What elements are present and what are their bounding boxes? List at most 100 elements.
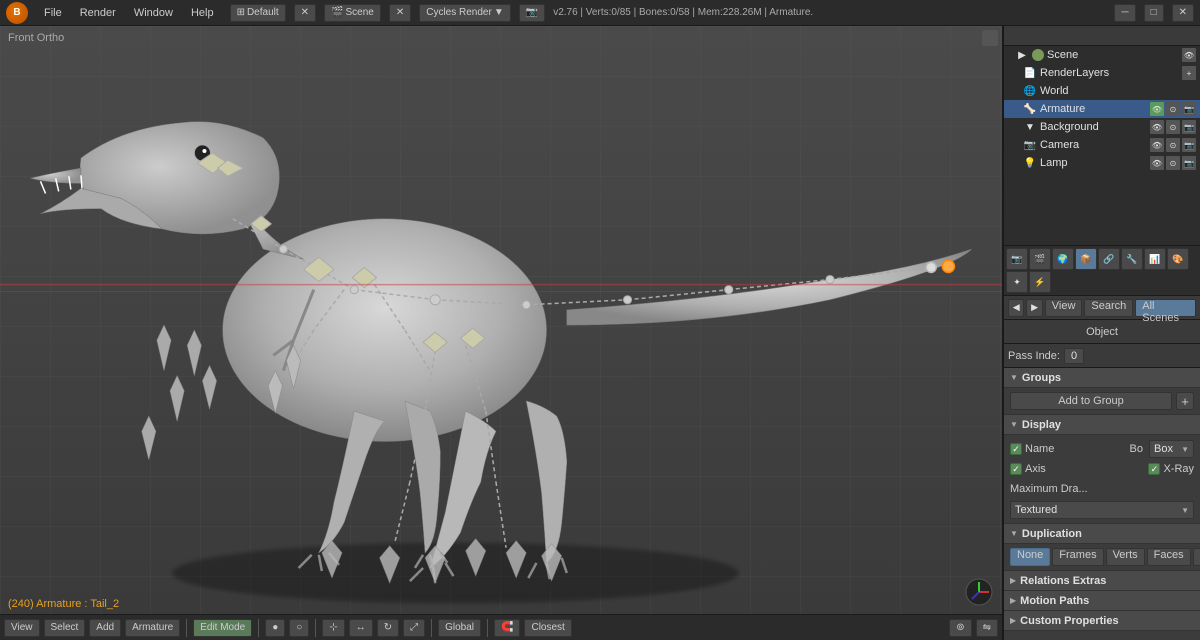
dup-frames-btn[interactable]: Frames <box>1052 548 1103 566</box>
custom-props-section-header[interactable]: ▶ Custom Properties <box>1004 611 1200 631</box>
tab-physics[interactable]: ⚡ <box>1029 271 1051 293</box>
view-btn[interactable]: View <box>1045 299 1083 317</box>
name-checkbox[interactable] <box>1010 443 1022 455</box>
cam-vis-btn[interactable]: 👁 <box>1150 138 1164 152</box>
object-context-label: Object <box>1008 326 1196 338</box>
renderer-selector[interactable]: Cycles Render ▼ <box>419 4 511 22</box>
xray-checkbox[interactable] <box>1148 463 1160 475</box>
dup-none-btn[interactable]: None <box>1010 548 1050 566</box>
camera-icon: 📷 <box>1023 138 1037 152</box>
lamp-vis-btn[interactable]: 👁 <box>1150 156 1164 170</box>
bg-vis-btn[interactable]: 👁 <box>1150 120 1164 134</box>
dup-group-btn[interactable]: Group <box>1193 548 1200 566</box>
transform-move[interactable]: ↔ <box>349 619 373 637</box>
outliner-item-lamp[interactable]: 💡 Lamp 👁 ⊙ 📷 <box>1004 154 1200 172</box>
tab-particle[interactable]: ✦ <box>1006 271 1028 293</box>
display-section-header[interactable]: ▼ Display <box>1004 415 1200 435</box>
scene-close[interactable]: ✕ <box>389 4 411 22</box>
relations-section-header[interactable]: ▶ Relations Extras <box>1004 571 1200 591</box>
search-btn[interactable]: Search <box>1084 299 1133 317</box>
xray-checkbox-item: X-Ray <box>1148 463 1194 475</box>
global-selector[interactable]: Global <box>438 619 481 637</box>
dup-verts-btn[interactable]: Verts <box>1106 548 1145 566</box>
menu-help[interactable]: Help <box>183 5 222 21</box>
camera-icon-btn[interactable]: 📷 <box>519 4 545 22</box>
snap-btn[interactable]: 🧲 <box>494 619 520 637</box>
bg-sel-btn[interactable]: ⊙ <box>1166 120 1180 134</box>
snap-to-selector[interactable]: Closest <box>524 619 571 637</box>
tab-scene[interactable]: 🎬 <box>1029 248 1051 270</box>
scene-expand-arrow: ▶ <box>1015 48 1029 62</box>
duplication-section-header[interactable]: ▼ Duplication <box>1004 524 1200 544</box>
outliner-item-camera[interactable]: 📷 Camera 👁 ⊙ 📷 <box>1004 136 1200 154</box>
tab-render[interactable]: 📷 <box>1006 248 1028 270</box>
menu-render[interactable]: Render <box>72 5 124 21</box>
dup-faces-btn[interactable]: Faces <box>1147 548 1191 566</box>
add-to-group-btn[interactable]: Add to Group <box>1010 392 1172 410</box>
viewport[interactable]: Front Ortho <box>0 26 1003 640</box>
props-nav-left[interactable]: ◀ <box>1008 299 1024 317</box>
toolbar-separator-2 <box>258 619 259 637</box>
proportional-edit[interactable]: ⊚ <box>949 619 971 637</box>
draw-type-wire[interactable]: ○ <box>289 619 309 637</box>
window-minimize[interactable]: ─ <box>1114 4 1135 22</box>
workspace-selector[interactable]: ⊞ Default <box>230 4 286 22</box>
box-dropdown[interactable]: Box ▼ <box>1149 440 1194 458</box>
textured-dropdown[interactable]: Textured ▼ <box>1010 501 1194 519</box>
blender-logo[interactable]: B <box>6 2 28 24</box>
motion-paths-section-header[interactable]: ▶ Motion Paths <box>1004 591 1200 611</box>
tab-material[interactable]: 🎨 <box>1167 248 1189 270</box>
groups-section-header[interactable]: ▼ Groups <box>1004 368 1200 388</box>
chevron-down-icon: ▼ <box>494 7 504 18</box>
tab-object[interactable]: 📦 <box>1075 248 1097 270</box>
draw-type-sphere[interactable]: ● <box>265 619 285 637</box>
cam-sel-btn[interactable]: ⊙ <box>1166 138 1180 152</box>
props-nav-right[interactable]: ▶ <box>1026 299 1042 317</box>
workspace-close[interactable]: ✕ <box>294 4 316 22</box>
scene-selector[interactable]: 🎬 Scene <box>324 4 381 22</box>
axis-row: Axis X-Ray <box>1010 459 1194 479</box>
rl-action-1[interactable]: + <box>1182 66 1196 80</box>
menu-window[interactable]: Window <box>126 5 181 21</box>
mirror-btn[interactable]: ⇋ <box>976 619 998 637</box>
bo-label: Bo <box>1130 443 1143 455</box>
bg-render-btn[interactable]: 📷 <box>1182 120 1196 134</box>
mode-selector[interactable]: Edit Mode <box>193 619 252 637</box>
all-scenes-btn[interactable]: All Scenes <box>1135 299 1196 317</box>
lamp-icon: 💡 <box>1023 156 1037 170</box>
add-menu-btn[interactable]: Add <box>89 619 121 637</box>
transform-manipulator[interactable]: ⊹ <box>322 619 344 637</box>
transform-scale[interactable]: ⤢ <box>403 619 425 637</box>
outliner-item-world[interactable]: 🌐 World <box>1004 82 1200 100</box>
tab-world[interactable]: 🌍 <box>1052 248 1074 270</box>
lamp-render-btn[interactable]: 📷 <box>1182 156 1196 170</box>
outliner: ▶ Scene 👁 📄 RenderLayers + 🌐 World <box>1004 26 1200 246</box>
main-layout: Front Ortho <box>0 26 1200 640</box>
cam-render-btn[interactable]: 📷 <box>1182 138 1196 152</box>
axis-gizmo <box>964 577 994 610</box>
axis-checkbox[interactable] <box>1010 463 1022 475</box>
view-menu-btn[interactable]: View <box>4 619 40 637</box>
arm-render-btn[interactable]: 📷 <box>1182 102 1196 116</box>
tab-constraint[interactable]: 🔗 <box>1098 248 1120 270</box>
add-plus-btn[interactable]: + <box>1176 392 1194 410</box>
lamp-sel-btn[interactable]: ⊙ <box>1166 156 1180 170</box>
outliner-item-armature[interactable]: 🦴 Armature 👁 ⊙ 📷 <box>1004 100 1200 118</box>
outliner-item-scene[interactable]: ▶ Scene 👁 <box>1004 46 1200 64</box>
select-menu-btn[interactable]: Select <box>44 619 86 637</box>
textured-arrow: ▼ <box>1181 506 1189 515</box>
armature-menu-btn[interactable]: Armature <box>125 619 180 637</box>
tab-data[interactable]: 📊 <box>1144 248 1166 270</box>
window-maximize[interactable]: □ <box>1144 4 1164 22</box>
arm-vis-btn[interactable]: 👁 <box>1150 102 1164 116</box>
outliner-item-renderlayers[interactable]: 📄 RenderLayers + <box>1004 64 1200 82</box>
transform-rotate[interactable]: ↻ <box>377 619 399 637</box>
tab-modifier[interactable]: 🔧 <box>1121 248 1143 270</box>
outliner-item-background[interactable]: ▼ Background 👁 ⊙ 📷 <box>1004 118 1200 136</box>
menu-file[interactable]: File <box>36 5 70 21</box>
background-icon: ▼ <box>1023 120 1037 134</box>
arm-sel-btn[interactable]: ⊙ <box>1166 102 1180 116</box>
pass-index-value[interactable]: 0 <box>1064 348 1084 364</box>
outliner-action-1[interactable]: 👁 <box>1182 48 1196 62</box>
window-close[interactable]: ✕ <box>1172 4 1194 22</box>
